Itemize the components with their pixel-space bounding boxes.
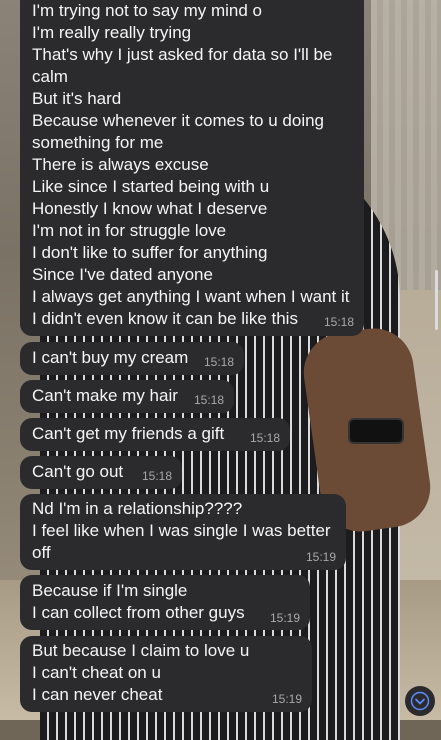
message-timestamp: 15:18: [193, 393, 224, 407]
message-line: Since I've dated anyone: [32, 265, 213, 284]
message-list[interactable]: I'm trying not to say my mind o I'm real…: [0, 0, 441, 720]
message-bubble[interactable]: Can't go out 15:18: [20, 456, 182, 489]
message-timestamp: 15:18: [203, 355, 234, 369]
message-timestamp: 15:18: [323, 315, 354, 329]
chevron-down-icon: [410, 691, 430, 711]
message-line: I'm really really trying: [32, 23, 192, 42]
message-line: calm: [32, 67, 68, 86]
message-bubble[interactable]: I can't buy my cream 15:18: [20, 342, 244, 375]
message-line: I'm not in for struggle love: [32, 221, 227, 240]
message-timestamp: 15:19: [269, 611, 300, 625]
message-line: I can't buy my cream: [32, 348, 189, 367]
message-bubble[interactable]: But because I claim to love u I can't ch…: [20, 636, 312, 712]
message-line: But because I claim to love u: [32, 641, 250, 660]
message-timestamp: 15:18: [141, 469, 172, 483]
message-timestamp: 15:19: [271, 692, 302, 706]
message-line: I can't cheat on u: [32, 663, 161, 682]
message-line: That's why I just asked for data so I'll…: [32, 45, 333, 64]
message-line: Can't get my friends a gift: [32, 424, 225, 443]
message-line: something for me: [32, 133, 164, 152]
message-bubble[interactable]: I'm trying not to say my mind o I'm real…: [20, 0, 364, 336]
message-line: I feel like when I was single I was bett…: [32, 521, 331, 540]
message-timestamp: 15:19: [305, 550, 336, 564]
message-line: There is always excuse: [32, 155, 209, 174]
message-line: I can collect from other guys: [32, 603, 245, 622]
message-bubble[interactable]: Can't get my friends a gift 15:18: [20, 418, 290, 451]
message-line: But it's hard: [32, 89, 122, 108]
message-line: I don't like to suffer for anything: [32, 243, 268, 262]
scrollbar-thumb[interactable]: [435, 270, 438, 330]
message-line: Because whenever it comes to u doing: [32, 111, 325, 130]
message-line: I always get anything I want when I want…: [32, 287, 350, 306]
message-line: Nd I'm in a relationship????: [32, 499, 243, 518]
message-timestamp: 15:18: [249, 431, 280, 445]
message-line: Honestly I know what I deserve: [32, 199, 268, 218]
message-bubble[interactable]: Because if I'm single I can collect from…: [20, 575, 310, 630]
message-line: I didn't even know it can be like this: [32, 309, 298, 328]
message-line: I'm trying not to say my mind o: [32, 1, 262, 20]
message-bubble[interactable]: Can't make my hair 15:18: [20, 380, 234, 413]
message-line: off: [32, 543, 51, 562]
message-line: Because if I'm single: [32, 581, 188, 600]
message-line: Like since I started being with u: [32, 177, 270, 196]
scroll-to-bottom-button[interactable]: [405, 686, 435, 716]
message-bubble[interactable]: Nd I'm in a relationship???? I feel like…: [20, 494, 346, 570]
message-line: I can never cheat: [32, 685, 163, 704]
